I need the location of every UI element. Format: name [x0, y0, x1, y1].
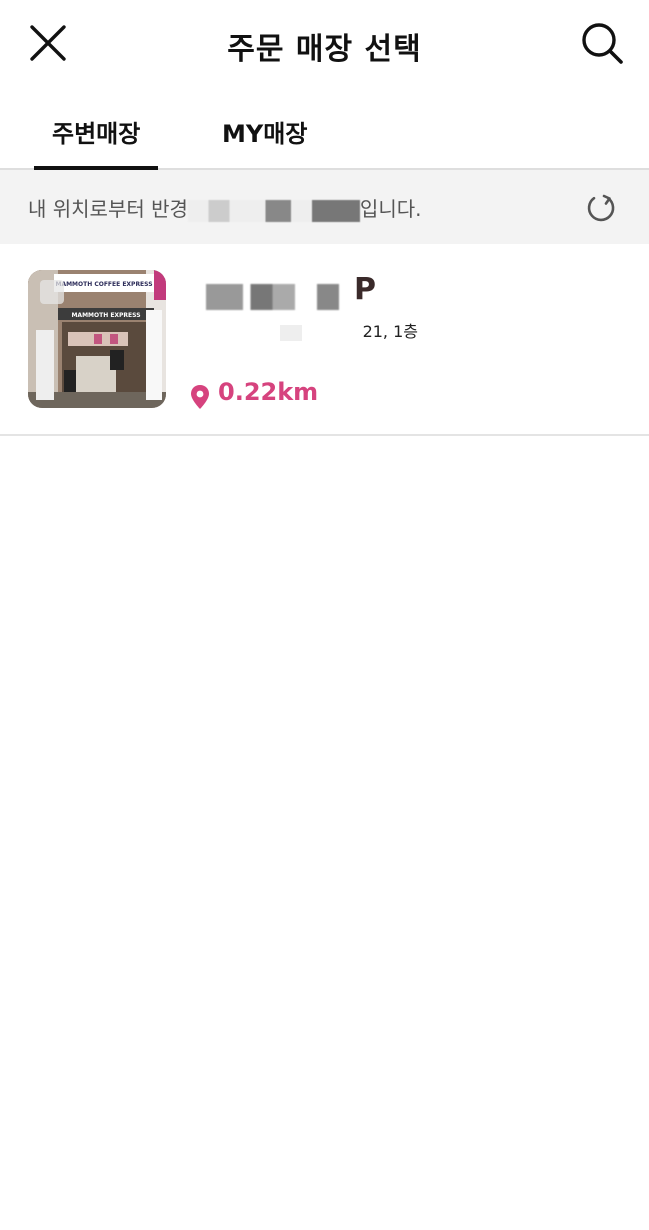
store-name: P: [354, 272, 376, 307]
location-radius-text: 내 위치로부터 반경 입니다.: [28, 193, 421, 222]
store-list-item[interactable]: MAMMOTH COFFEE EXPRESS MAMMOTH EXPRESS P…: [0, 244, 649, 436]
store-address-text: 21, 1층: [362, 322, 418, 341]
location-pin-icon: [191, 385, 209, 409]
location-text-start: 내 위치로부터 반경: [28, 197, 188, 221]
tab-my-stores[interactable]: MY매장: [222, 114, 307, 149]
store-address: 21, 1층: [206, 318, 418, 342]
redacted-store-name: [206, 284, 354, 310]
location-bar: 내 위치로부터 반경 입니다.: [0, 170, 649, 244]
tab-nearby-stores[interactable]: 주변매장: [33, 114, 159, 171]
search-button[interactable]: [578, 19, 626, 67]
store-sign-bottom: MAMMOTH EXPRESS: [71, 312, 140, 319]
store-distance: 0.22km: [218, 378, 319, 406]
page-title: 주문 매장 선택: [227, 32, 422, 67]
search-icon: [582, 23, 623, 64]
redacted-address: [247, 324, 358, 341]
redacted-radius: [187, 199, 360, 222]
header: 주문 매장 선택: [0, 0, 649, 86]
refresh-icon: [587, 194, 615, 222]
location-text-end: 입니다.: [359, 197, 422, 221]
tab-bar: 주변매장 MY매장: [0, 86, 649, 171]
store-sign-top: MAMMOTH COFFEE EXPRESS: [55, 281, 152, 288]
store-photo: MAMMOTH COFFEE EXPRESS MAMMOTH EXPRESS: [28, 270, 166, 408]
refresh-location-button[interactable]: [584, 192, 618, 226]
